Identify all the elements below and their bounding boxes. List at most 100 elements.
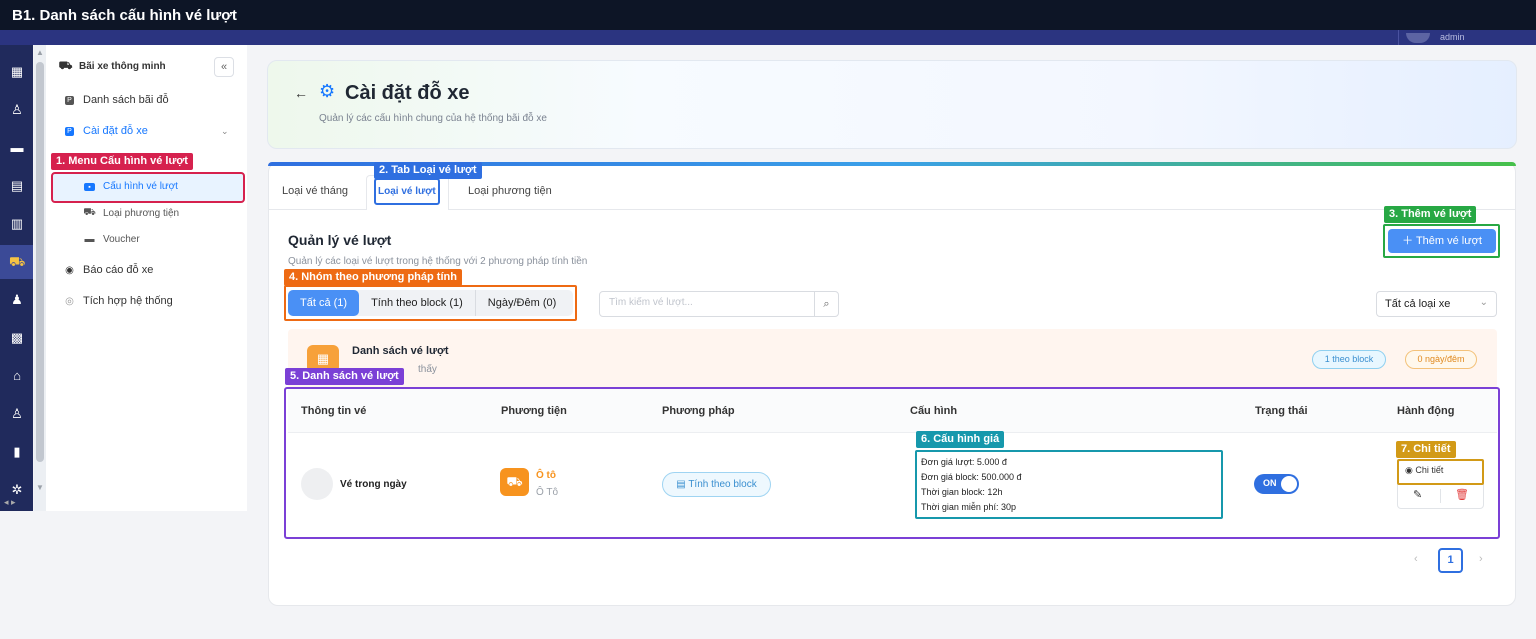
- method-badge-label: Tính theo block: [688, 479, 757, 490]
- gear-icon: ⚙: [319, 81, 336, 101]
- callout-label: 5. Danh sách vé lượt: [285, 368, 404, 385]
- scroll-down-icon[interactable]: ▼: [36, 483, 44, 492]
- ticket-avatar: [301, 468, 333, 500]
- icon-rail: ▦ ♙ ▬ ▤ ▥ ⛟ ♟ ▩ ⌂ ♙ ▮ ✲: [0, 45, 33, 511]
- eye-icon: ◉: [1405, 465, 1416, 475]
- settings-icon[interactable]: ✲: [9, 483, 25, 497]
- list-banner-title: Danh sách vé lượt: [352, 345, 449, 357]
- back-arrow-icon[interactable]: ←: [294, 85, 308, 101]
- page-title: Cài đặt đỗ xe: [345, 82, 470, 104]
- sidebar-item-parking-report[interactable]: ◉ Báo cáo đỗ xe: [64, 264, 153, 276]
- add-ticket-label: Thêm vé lượt: [1415, 235, 1482, 247]
- vehicle-type-select[interactable]: Tất cả loại xe ⌄: [1376, 291, 1497, 317]
- block-count-badge: 1 theo block: [1312, 350, 1386, 369]
- sidebar-item-parking-list[interactable]: P Danh sách bãi đỗ: [64, 94, 169, 106]
- users-icon[interactable]: ♟: [9, 293, 25, 307]
- car-icon: ⛟: [500, 468, 529, 496]
- sidebar-item-label: Báo cáo đỗ xe: [83, 264, 154, 276]
- horizontal-scroll-icon[interactable]: ◂ ▸: [0, 497, 46, 511]
- sidebar-item-voucher[interactable]: ▬ Voucher: [84, 234, 140, 245]
- sidebar-menu: [46, 45, 247, 511]
- price-config: Đơn giá lượt: 5.000 đ Đơn giá block: 500…: [915, 450, 1223, 519]
- car-icon: ⛟: [83, 207, 96, 218]
- tab-vehicle-type[interactable]: Loại phương tiện: [468, 185, 552, 197]
- config-line: Đơn giá block: 500.000 đ: [921, 472, 1022, 482]
- actions-divider: [1440, 489, 1441, 503]
- store-icon[interactable]: ⌂: [9, 369, 25, 383]
- integration-icon: ◎: [65, 295, 74, 307]
- list-banner-subtitle: thấy: [418, 364, 437, 375]
- method-badge: ▤ Tính theo block: [662, 472, 771, 497]
- section-subtitle: Quản lý các loại vé lượt trong hệ thống …: [288, 256, 588, 267]
- prev-page-icon[interactable]: ‹: [1414, 553, 1418, 565]
- status-toggle-label: ON: [1263, 478, 1277, 488]
- sidebar-item-label: Voucher: [103, 234, 140, 245]
- sidebar-item-label: Cấu hình vé lượt: [103, 181, 178, 192]
- scroll-up-icon[interactable]: ▲: [36, 48, 44, 57]
- segment-by-block[interactable]: Tính theo block (1): [359, 290, 475, 316]
- status-toggle[interactable]: ON: [1254, 474, 1299, 494]
- config-line: Đơn giá lượt: 5.000 đ: [921, 457, 1007, 467]
- config-line: Thời gian miễn phí: 30p: [921, 502, 1016, 512]
- page-subtitle: Quản lý các cấu hình chung của hệ thống …: [319, 113, 547, 124]
- parking-icon: P: [64, 95, 75, 106]
- search-box: ⌕: [599, 291, 839, 317]
- calculator-icon: ▤: [676, 479, 689, 490]
- plus-icon: ＋: [1402, 235, 1416, 247]
- report-icon: ◉: [65, 264, 74, 276]
- chat-icon[interactable]: ▬: [9, 141, 25, 155]
- sidebar-item-label: Loại phương tiện: [103, 208, 180, 219]
- car-icon: ⛟: [58, 59, 73, 72]
- sidebar-item-label: Tích hợp hệ thống: [83, 295, 173, 307]
- chevron-down-icon: ⌄: [1479, 297, 1488, 308]
- building-icon[interactable]: ▦: [9, 65, 25, 79]
- header-divider: [1398, 30, 1399, 45]
- apartment-icon[interactable]: ▩: [9, 331, 25, 345]
- detail-button[interactable]: ◉ Chi tiết: [1405, 465, 1443, 476]
- sidebar-item-vehicle-types[interactable]: ⛟ Loại phương tiện: [83, 207, 180, 219]
- detail-label: Chi tiết: [1415, 465, 1444, 475]
- car-icon[interactable]: ⛟: [9, 255, 25, 269]
- sidebar-item-system-integration[interactable]: ◎ Tích hợp hệ thống: [64, 295, 173, 307]
- callout-label: 7. Chi tiết: [1396, 441, 1456, 458]
- chart-icon[interactable]: ▮: [9, 445, 25, 459]
- window-title: B1. Danh sách cấu hình vé lượt: [0, 0, 1536, 30]
- app-header: [0, 30, 1536, 45]
- tab-active-outline: [374, 178, 440, 205]
- callout-label: 4. Nhóm theo phương pháp tính: [284, 269, 462, 286]
- user-person-icon[interactable]: ♙: [9, 103, 25, 117]
- callout-label: 6. Cấu hình giá: [916, 431, 1005, 448]
- tab-monthly-ticket[interactable]: Loại vé tháng: [282, 185, 348, 197]
- calculator-icon[interactable]: ▤: [9, 179, 25, 193]
- section-title: Quản lý vé lượt: [288, 232, 392, 248]
- voucher-icon: ▬: [84, 234, 95, 245]
- chevron-down-icon[interactable]: ⌄: [221, 126, 229, 137]
- briefcase-icon[interactable]: ▥: [9, 217, 25, 231]
- collapse-sidebar-button[interactable]: «: [214, 57, 234, 77]
- sidebar-item-parking-settings[interactable]: P Cài đặt đỗ xe: [64, 125, 148, 137]
- delete-icon[interactable]: 🗑: [1455, 488, 1469, 501]
- search-icon[interactable]: ⌕: [814, 292, 838, 316]
- edit-icon[interactable]: ✎: [1413, 488, 1422, 501]
- page-number-button[interactable]: 1: [1438, 548, 1463, 573]
- sidebar-item-label: Danh sách bãi đỗ: [83, 94, 169, 106]
- account-icon[interactable]: ♙: [9, 407, 25, 421]
- vehicle-type-select-value: Tất cả loại xe: [1385, 298, 1451, 310]
- tabs-divider: [268, 209, 1516, 210]
- method-filter-segments: Tất cả (1) Tính theo block (1) Ngày/Đêm …: [288, 290, 573, 316]
- segment-day-night[interactable]: Ngày/Đêm (0): [474, 290, 568, 316]
- ticket-name: Vé trong ngày: [340, 479, 407, 490]
- sidebar-scroll-thumb[interactable]: [36, 62, 44, 462]
- search-input[interactable]: [609, 297, 809, 308]
- sidebar-item-ticket-config[interactable]: ▪ Cấu hình vé lượt: [84, 181, 178, 192]
- vehicle-type: Ô Tô: [536, 487, 559, 498]
- callout-label: 2. Tab Loại vé lượt: [374, 162, 482, 179]
- sidebar-group-label: Bãi xe thông minh: [79, 61, 166, 72]
- next-page-icon[interactable]: ›: [1479, 553, 1483, 565]
- user-name[interactable]: admin: [1440, 32, 1465, 42]
- sidebar-item-label: Cài đặt đỗ xe: [83, 125, 148, 137]
- segment-all[interactable]: Tất cả (1): [288, 290, 360, 316]
- add-ticket-button[interactable]: ＋ Thêm vé lượt: [1388, 229, 1496, 253]
- toggle-knob: [1281, 476, 1297, 492]
- sidebar-group-smart-parking[interactable]: ⛟ Bãi xe thông minh: [58, 59, 166, 73]
